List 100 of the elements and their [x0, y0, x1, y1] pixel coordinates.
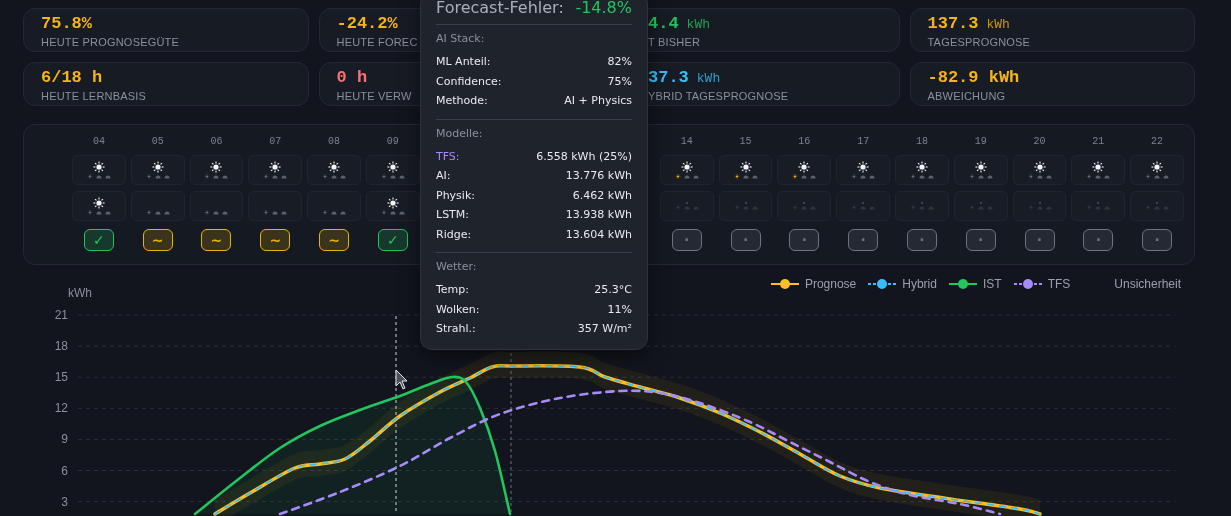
axis-tick-label: 18 — [54, 339, 68, 354]
stat-label: HEUTE VERW — [336, 90, 412, 102]
stat-label: TAGESPROGNOSE — [927, 36, 1031, 48]
row-value: 75% — [607, 73, 632, 90]
row-label: LSTM: — [436, 207, 470, 223]
row-value: AI + Physics — [564, 93, 632, 109]
row-label: TFS: — [436, 148, 460, 165]
status-badge[interactable]: · — [906, 229, 937, 251]
row-value: 357 W/m² — [577, 321, 632, 337]
hour-label: 16 — [798, 135, 811, 149]
stat-label: YBRID TAGESPROGNOSE — [648, 90, 789, 102]
sun-icon — [1145, 205, 1152, 210]
legend-item[interactable]: Prognose — [770, 277, 857, 291]
legend-item[interactable]: TFS — [1013, 277, 1071, 291]
sun-icon — [263, 210, 270, 215]
stat-value: 4.4 — [648, 14, 679, 33]
hour-label: 08 — [328, 135, 341, 149]
row-label: Methode: — [436, 93, 488, 109]
status-badge[interactable]: · — [1024, 229, 1055, 251]
hour-label: 15 — [739, 135, 752, 149]
sun-icon — [792, 205, 799, 210]
row-value: 13.938 kWh — [565, 207, 632, 223]
sun-icon — [1027, 205, 1034, 210]
sun-icon — [1086, 205, 1093, 210]
row-label: Confidence: — [436, 73, 502, 90]
row-value: 6.558 kWh (25%) — [536, 148, 632, 165]
stat-value: 75.8% — [41, 14, 92, 33]
status-badge[interactable]: · — [965, 229, 996, 251]
axis-tick-label: 6 — [61, 463, 68, 478]
tooltip-value: -14.8% — [575, 0, 632, 17]
stat-label: HEUTE FOREC — [336, 36, 418, 48]
row-value: 25.3°C — [594, 282, 632, 298]
stat-value: -24.2% — [336, 14, 398, 33]
axis-tick-label: 9 — [61, 432, 68, 447]
row-label: Ridge: — [436, 226, 472, 243]
status-badge[interactable]: ~ — [201, 229, 232, 251]
row-value: 13.776 kWh — [565, 168, 632, 184]
axis-tick-label: 12 — [54, 401, 68, 416]
status-badge[interactable]: · — [848, 229, 879, 251]
status-badge[interactable]: · — [789, 229, 820, 251]
row-value: 13.604 kWh — [565, 226, 632, 243]
stat-unit: kWh — [686, 17, 710, 32]
axis-tick-label: 21 — [54, 308, 68, 322]
hour-label: 05 — [151, 135, 164, 149]
stat-value: 0 h — [336, 68, 368, 87]
stat-label: HEUTE LERNBASIS — [41, 90, 147, 102]
hour-label: 22 — [1151, 135, 1164, 149]
sun-icon — [145, 210, 152, 215]
axis-tick-label: 3 — [61, 494, 68, 509]
hour-label: 14 — [680, 135, 693, 149]
status-badge[interactable]: · — [1142, 229, 1173, 251]
status-badge[interactable]: ~ — [319, 229, 350, 251]
stat-value: 137.3 — [927, 14, 979, 33]
pointer-icon — [395, 369, 409, 391]
legend-item[interactable]: Unsicherheit — [1114, 277, 1181, 291]
sun-icon — [322, 210, 329, 215]
stat-unit: kWh — [986, 17, 1010, 32]
tooltip-title: Forecast-Fehler: — [436, 0, 564, 17]
stat-value: 6/18 h — [41, 68, 103, 87]
status-badge[interactable]: · — [730, 229, 761, 251]
status-badge[interactable]: ✓ — [83, 229, 114, 251]
stat-label: HEUTE PROGNOSEGÜTE — [41, 36, 180, 48]
row-label: Temp: — [436, 282, 470, 298]
status-badge[interactable]: ~ — [142, 229, 173, 251]
row-value: 82% — [607, 54, 632, 70]
row-label: Wolken: — [436, 301, 480, 318]
hour-label: 19 — [974, 135, 987, 149]
stat-value: -82.9 kWh — [927, 68, 1020, 87]
legend-item[interactable]: IST — [948, 277, 1002, 291]
stat-label: T BISHER — [648, 36, 701, 48]
hour-label: 06 — [210, 135, 223, 149]
section-heading: AI Stack: — [436, 32, 486, 46]
hour-label: 09 — [386, 135, 399, 149]
legend-item[interactable]: Hybrid — [868, 277, 937, 291]
hour-label: 07 — [269, 135, 282, 149]
hour-label: 17 — [857, 135, 870, 149]
sun-icon — [733, 205, 740, 210]
section-heading: Modelle: — [436, 126, 484, 141]
hour-label: 04 — [92, 135, 105, 149]
row-value: 6.462 kWh — [572, 187, 632, 204]
row-label: Physik: — [436, 187, 475, 204]
status-badge[interactable]: · — [671, 229, 702, 251]
status-badge[interactable]: ~ — [260, 229, 291, 251]
sun-icon — [674, 205, 681, 210]
sun-icon — [909, 205, 916, 210]
hour-label: 20 — [1033, 135, 1046, 149]
sun-icon — [851, 205, 858, 210]
row-value: 11% — [607, 301, 632, 318]
axis-unit: kWh — [68, 286, 92, 300]
section-heading: Wetter: — [436, 260, 478, 274]
axis-tick-label: 15 — [54, 370, 68, 385]
row-label: Strahl.: — [436, 321, 476, 337]
stat-label: ABWEICHUNG — [927, 90, 1006, 102]
status-badge[interactable]: · — [1083, 229, 1114, 251]
sun-icon — [204, 210, 211, 215]
row-label: ML Anteil: — [436, 54, 491, 70]
sun-icon — [968, 205, 975, 210]
hour-label: 18 — [915, 135, 928, 149]
status-badge[interactable]: ✓ — [377, 229, 408, 251]
stat-unit: kWh — [696, 71, 721, 86]
